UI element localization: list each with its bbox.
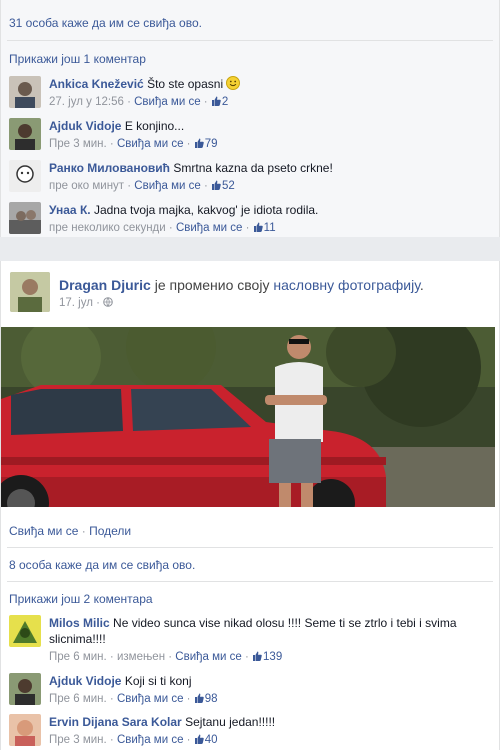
divider [7,547,493,548]
like-count[interactable]: 11 [253,222,276,234]
divider [7,581,493,582]
cover-photo-link[interactable]: насловну фотографију [273,277,419,293]
like-count[interactable]: 40 [194,734,218,746]
avatar[interactable] [9,615,41,647]
like-button[interactable]: Свиђа ми се [175,651,242,663]
like-button[interactable]: Свиђа ми се [176,222,243,234]
author-avatar[interactable] [10,272,50,312]
thumbs-up-icon [194,693,204,703]
thumbs-up-icon [253,222,263,232]
comment-author[interactable]: Унаа К. [49,203,91,217]
likes-summary[interactable]: 31 особа каже да им се свиђа ово. [9,16,202,30]
comment-text: Smrtna kazna da pseto crkne! [173,161,333,175]
like-button[interactable]: Свиђа ми се [117,693,184,705]
action-end: . [419,277,424,293]
like-count[interactable]: 2 [211,96,228,108]
comment-text: Što ste opasni [147,77,224,91]
comment-time[interactable]: пре неколико секунди [49,222,166,234]
smiley-emoji-icon [226,76,241,91]
avatar[interactable] [9,118,41,150]
comment-author[interactable]: Ankica Knežević [49,77,144,91]
edited-label[interactable]: измењен [117,651,165,663]
separator: · [81,524,86,538]
action-text: је променио своју [154,277,270,293]
avatar[interactable] [9,202,41,234]
comment-author[interactable]: Ajduk Vidoje [49,119,121,133]
post-actions: Свиђа ми се · Подели [9,524,131,538]
globe-icon[interactable] [103,297,113,309]
comment-time[interactable]: Пре 6 мин. [49,693,107,705]
comment-time[interactable]: Пре 3 мин. [49,734,107,746]
feed-gap [0,237,500,261]
post-header: Dragan Djuric је променио своју насловну… [59,277,424,293]
comment-author[interactable]: Ervin Dijana Sara Kolar [49,715,182,729]
avatar[interactable] [9,76,41,108]
divider [7,40,493,41]
like-button[interactable]: Свиђа ми се [117,734,184,746]
cover-photo[interactable] [1,327,495,507]
comment-text: E konjino... [124,119,185,133]
comment-author[interactable]: Ajduk Vidoje [49,674,121,688]
comment-author[interactable]: Milos Milic [49,616,110,630]
comment-text: Sejtanu jedan!!!!! [185,715,276,729]
post-1-comments: 31 особа каже да им се свиђа ово. Прикаж… [0,0,500,237]
like-button[interactable]: Свиђа ми се [134,96,201,108]
view-more-comments[interactable]: Прикажи још 1 коментар [9,52,146,66]
comment-text: Koji si ti konj [124,674,192,688]
like-count[interactable]: 139 [252,651,282,663]
like-count[interactable]: 52 [211,180,235,192]
likes-summary[interactable]: 8 особа каже да им се свиђа ово. [9,558,195,572]
avatar[interactable] [9,714,41,746]
comment-author[interactable]: Ранко Миловановић [49,161,170,175]
like-count[interactable]: 79 [194,138,218,150]
thumbs-up-icon [253,651,262,661]
thumbs-up-icon [194,734,204,744]
comment-time[interactable]: пре око минут [49,180,124,192]
thumbs-up-icon [212,180,221,190]
like-button[interactable]: Свиђа ми се [134,180,201,192]
like-button[interactable]: Свиђа ми се [117,138,184,150]
post-2-cover-update: Dragan Djuric је променио своју насловну… [0,261,500,750]
avatar[interactable] [9,673,41,705]
comment-time[interactable]: Пре 3 мин. [49,138,107,150]
share-button[interactable]: Подели [89,524,131,538]
like-post-button[interactable]: Свиђа ми се [9,524,78,538]
comment-time[interactable]: 27. јул у 12:56 [49,96,124,108]
comment-text: Jadna tvoja majka, kakvog' je idiota rod… [93,203,319,217]
post-date-line: 17. јул · [59,297,113,309]
avatar[interactable] [9,160,41,192]
view-more-comments[interactable]: Прикажи још 2 коментара [9,592,153,606]
like-count[interactable]: 98 [194,693,218,705]
thumbs-up-icon [194,138,204,148]
post-date[interactable]: 17. јул [59,297,93,309]
author-name[interactable]: Dragan Djuric [59,277,151,293]
thumbs-up-icon [211,96,221,106]
comment-time[interactable]: Пре 6 мин. [49,651,107,663]
comment-text: Ne video sunca vise nikad olosu !!!! Sem… [49,616,457,646]
